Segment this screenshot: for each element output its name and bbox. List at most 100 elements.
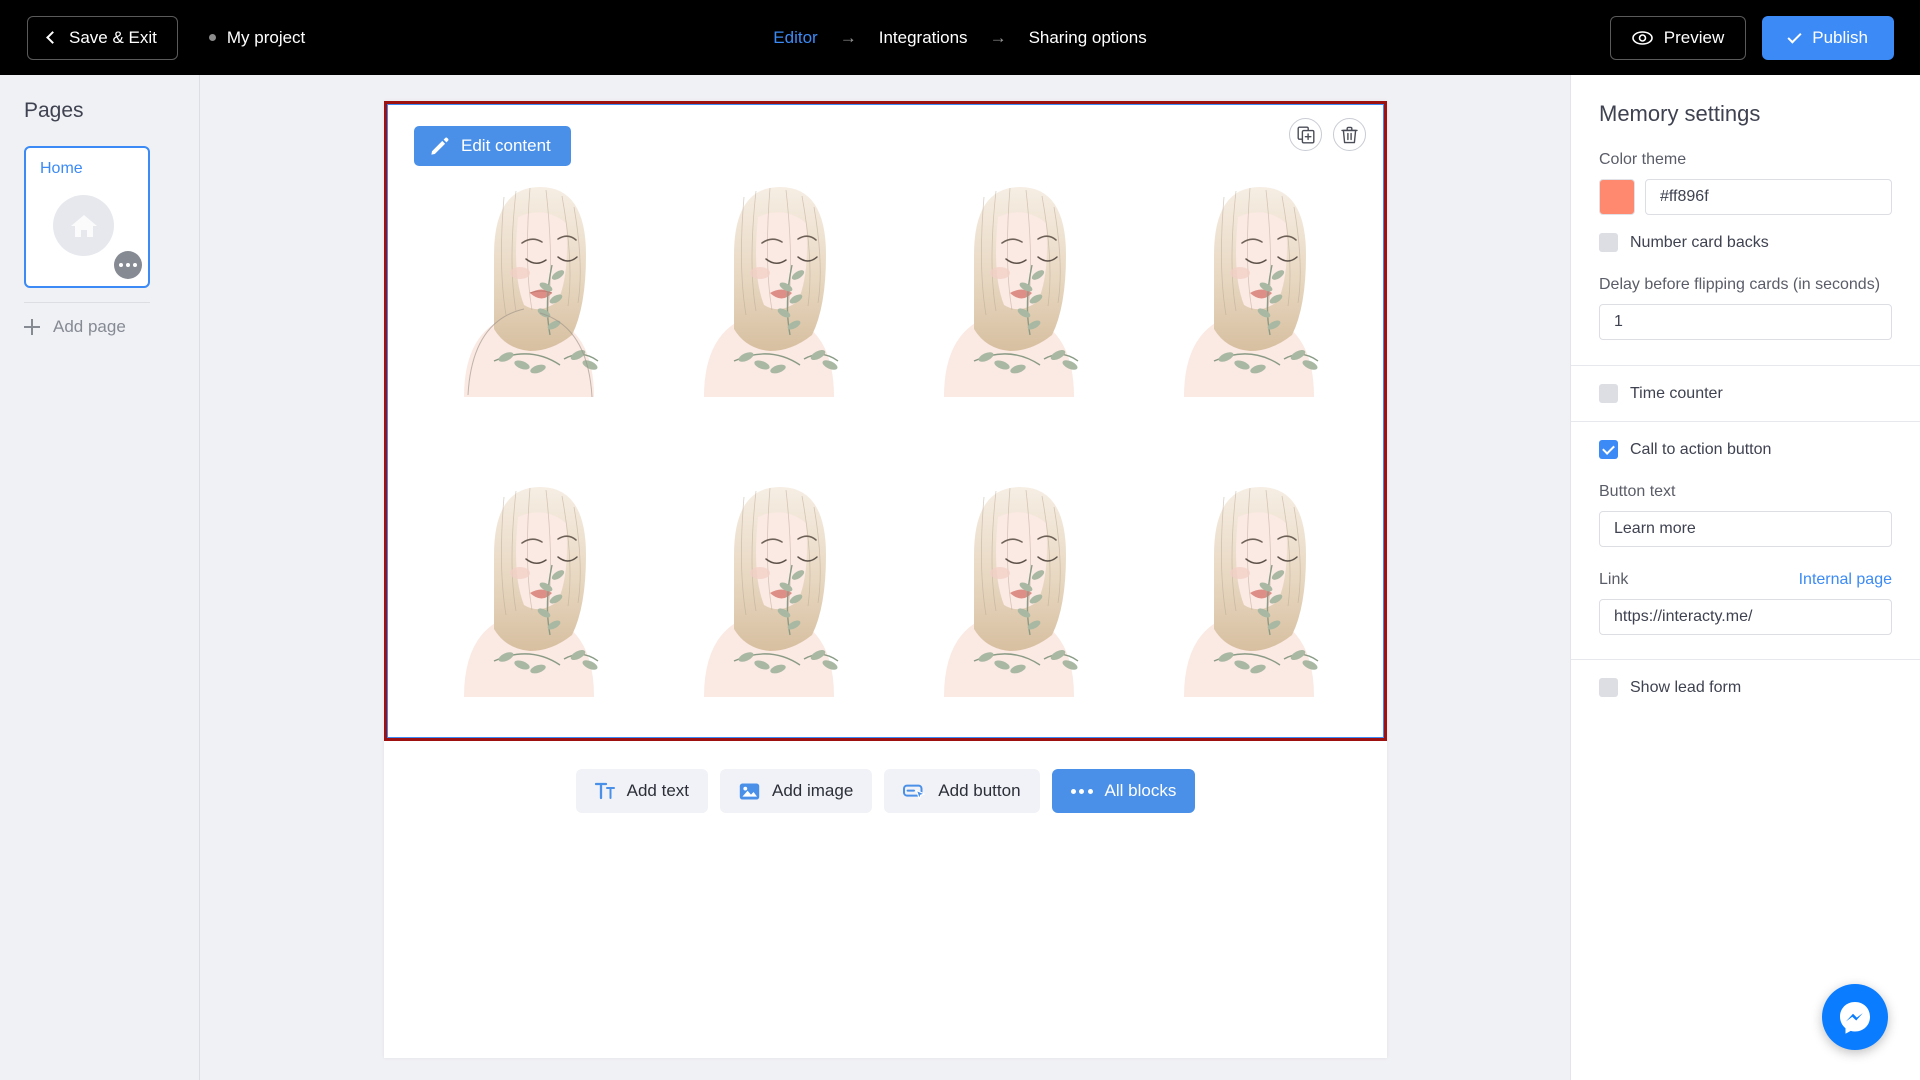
canvas-area: Edit content Add text Add image Add butt… bbox=[200, 75, 1570, 1080]
chevron-left-icon bbox=[46, 31, 59, 44]
woman-illustration bbox=[1184, 187, 1319, 397]
cta-checkbox[interactable] bbox=[1599, 440, 1618, 459]
top-bar: Save & Exit My project Editor → Integrat… bbox=[0, 0, 1920, 75]
text-icon bbox=[594, 782, 615, 800]
link-label: Link bbox=[1599, 571, 1629, 588]
pages-sidebar: Pages Home Add page bbox=[0, 75, 200, 1080]
lead-form-checkbox[interactable] bbox=[1599, 678, 1618, 697]
woman-illustration bbox=[704, 487, 839, 697]
number-card-backs-row[interactable]: Number card backs bbox=[1599, 233, 1892, 252]
memory-card[interactable] bbox=[409, 132, 649, 432]
dot-icon bbox=[1087, 788, 1093, 794]
add-image-button[interactable]: Add image bbox=[720, 769, 873, 813]
block-tools bbox=[1289, 118, 1366, 151]
time-counter-checkbox[interactable] bbox=[1599, 384, 1618, 403]
sidebar-divider bbox=[24, 302, 150, 303]
woman-illustration bbox=[944, 487, 1079, 697]
link-input[interactable] bbox=[1599, 599, 1892, 635]
publish-label: Publish bbox=[1812, 27, 1868, 47]
page-options-button[interactable] bbox=[114, 251, 142, 279]
block-toolbar: Add text Add image Add button All blocks bbox=[384, 769, 1387, 813]
top-bar-actions: Preview Publish bbox=[1609, 15, 1894, 60]
publish-button[interactable]: Publish bbox=[1762, 15, 1894, 60]
image-icon bbox=[739, 783, 760, 799]
color-theme-row bbox=[1599, 179, 1892, 215]
lead-form-row[interactable]: Show lead form bbox=[1599, 678, 1892, 697]
add-text-label: Add text bbox=[626, 781, 690, 800]
preview-button[interactable]: Preview bbox=[1609, 15, 1747, 60]
messenger-icon bbox=[1840, 1002, 1870, 1034]
memory-card[interactable] bbox=[889, 132, 1129, 432]
page-card-label: Home bbox=[40, 160, 83, 177]
lead-form-section: Show lead form bbox=[1571, 678, 1920, 697]
edit-content-label: Edit content bbox=[461, 136, 551, 155]
step-sharing-options[interactable]: Sharing options bbox=[1029, 28, 1147, 48]
home-icon-wrapper bbox=[53, 195, 114, 256]
project-name[interactable]: My project bbox=[208, 27, 306, 48]
delay-input[interactable] bbox=[1599, 304, 1892, 340]
memory-settings-section: Memory settings Color theme Number card … bbox=[1571, 75, 1920, 340]
all-blocks-button[interactable]: All blocks bbox=[1051, 769, 1196, 813]
woman-illustration bbox=[944, 187, 1079, 397]
step-navigation: Editor → Integrations → Sharing options bbox=[773, 28, 1146, 48]
woman-illustration bbox=[1184, 487, 1319, 697]
button-text-label: Button text bbox=[1599, 483, 1676, 500]
dot-icon bbox=[126, 263, 130, 267]
panel-divider bbox=[1571, 365, 1920, 366]
memory-card[interactable] bbox=[889, 432, 1129, 732]
woman-illustration bbox=[464, 487, 599, 697]
project-name-label: My project bbox=[226, 27, 306, 47]
memory-card-grid bbox=[409, 132, 1369, 732]
eye-icon bbox=[1631, 30, 1653, 45]
save-and-exit-button[interactable]: Save & Exit bbox=[27, 15, 178, 60]
duplicate-block-button[interactable] bbox=[1289, 118, 1322, 151]
messenger-chat-button[interactable] bbox=[1822, 984, 1888, 1050]
panel-divider bbox=[1571, 659, 1920, 660]
check-icon bbox=[1787, 28, 1802, 44]
add-image-label: Add image bbox=[772, 781, 854, 800]
memory-game-block[interactable]: Edit content bbox=[384, 101, 1387, 741]
color-swatch[interactable] bbox=[1599, 179, 1635, 215]
internal-page-link[interactable]: Internal page bbox=[1799, 571, 1892, 589]
plus-icon bbox=[24, 319, 40, 335]
memory-card[interactable] bbox=[1129, 432, 1369, 732]
canvas-page: Edit content Add text Add image Add butt… bbox=[384, 101, 1387, 1058]
cta-row[interactable]: Call to action button bbox=[1599, 440, 1892, 459]
step-integrations[interactable]: Integrations bbox=[879, 28, 968, 48]
edit-content-button[interactable]: Edit content bbox=[414, 126, 571, 166]
button-text-input[interactable] bbox=[1599, 511, 1892, 547]
button-icon bbox=[903, 784, 926, 800]
add-button-label: Add button bbox=[938, 781, 1021, 800]
number-card-backs-checkbox[interactable] bbox=[1599, 233, 1618, 252]
panel-divider bbox=[1571, 421, 1920, 422]
status-dot-icon bbox=[208, 34, 216, 41]
page-card-home[interactable]: Home bbox=[24, 146, 150, 288]
add-button-button[interactable]: Add button bbox=[884, 769, 1040, 813]
dot-icon bbox=[1079, 788, 1085, 794]
lead-form-label: Show lead form bbox=[1630, 678, 1742, 696]
home-icon bbox=[70, 214, 97, 237]
arrow-right-icon: → bbox=[839, 27, 857, 47]
all-blocks-label: All blocks bbox=[1104, 781, 1177, 800]
add-text-button[interactable]: Add text bbox=[575, 769, 709, 813]
preview-label: Preview bbox=[1663, 27, 1725, 47]
memory-card[interactable] bbox=[649, 432, 889, 732]
settings-title: Memory settings bbox=[1599, 101, 1761, 126]
memory-card[interactable] bbox=[1129, 132, 1369, 432]
dot-icon bbox=[1070, 788, 1076, 794]
woman-illustration bbox=[464, 187, 599, 398]
cta-label: Call to action button bbox=[1630, 440, 1772, 458]
dots-icon bbox=[1070, 788, 1093, 794]
memory-card[interactable] bbox=[649, 132, 889, 432]
delay-label: Delay before flipping cards (in seconds) bbox=[1599, 276, 1881, 293]
color-theme-input[interactable] bbox=[1645, 179, 1892, 215]
step-editor[interactable]: Editor bbox=[773, 28, 817, 48]
color-theme-label: Color theme bbox=[1599, 151, 1687, 168]
delete-block-button[interactable] bbox=[1333, 118, 1366, 151]
duplicate-icon bbox=[1297, 126, 1314, 143]
add-page-button[interactable]: Add page bbox=[24, 317, 199, 337]
arrow-right-icon: → bbox=[989, 27, 1007, 47]
memory-card[interactable] bbox=[409, 432, 649, 732]
save-and-exit-label: Save & Exit bbox=[69, 27, 157, 47]
time-counter-row[interactable]: Time counter bbox=[1599, 384, 1892, 403]
